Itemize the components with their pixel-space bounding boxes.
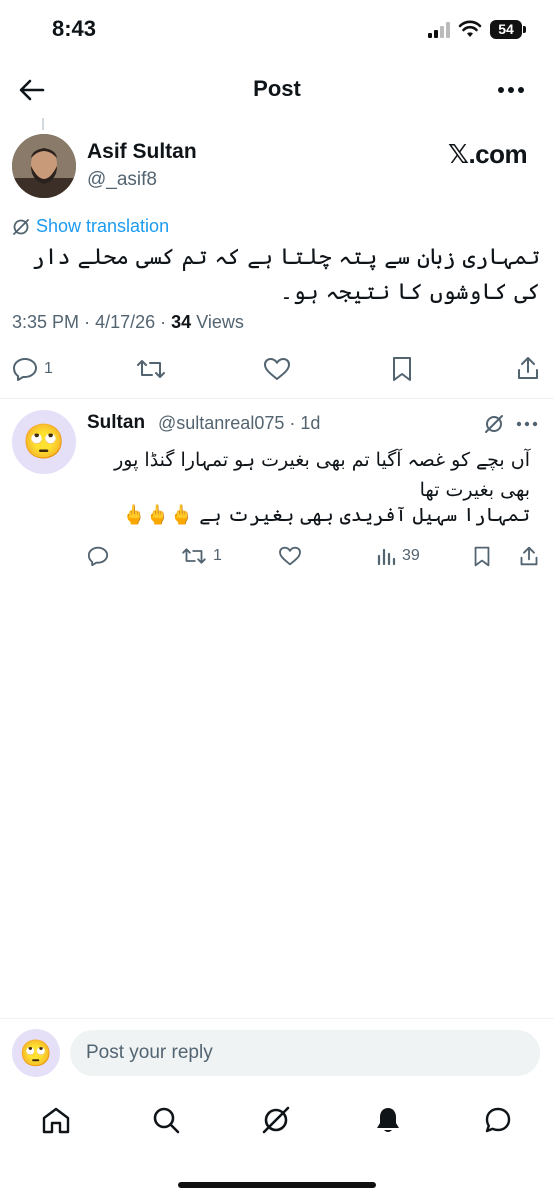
share-icon <box>518 357 538 379</box>
home-icon <box>42 1107 70 1134</box>
views-icon <box>377 548 396 566</box>
heart-icon <box>264 358 290 380</box>
notifications-icon <box>377 1108 399 1132</box>
nav-messages[interactable] <box>478 1100 518 1140</box>
repost-button[interactable] <box>136 357 166 381</box>
repost-icon <box>182 548 206 564</box>
messages-icon <box>485 1107 511 1133</box>
reply-button[interactable]: 1 <box>12 357 53 381</box>
share-icon <box>520 546 538 566</box>
views-count[interactable]: 34 <box>171 312 191 332</box>
x-com-logo-text: 𝕏.com <box>448 139 528 169</box>
reply-avatar[interactable]: 🙄 <box>12 410 76 474</box>
more-button[interactable] <box>492 72 530 108</box>
post-divider <box>0 398 554 399</box>
meta-separator: · <box>84 312 96 332</box>
reply-icon <box>13 358 37 381</box>
reply-author-handle[interactable]: @sultanreal075 · 1d <box>158 413 320 434</box>
nav-grok[interactable] <box>256 1100 296 1140</box>
author-avatar[interactable] <box>12 134 76 198</box>
reply-bookmark-button[interactable] <box>473 546 491 567</box>
nav-search[interactable] <box>146 1100 186 1140</box>
bookmark-icon <box>393 357 411 381</box>
search-icon <box>153 1107 180 1134</box>
reply-repost-button[interactable]: 1 <box>181 546 222 566</box>
more-horizontal-icon <box>516 421 538 427</box>
post-time: 3:35 PM <box>12 312 80 332</box>
reply-views-button[interactable]: 39 <box>376 546 420 566</box>
show-translation-link[interactable]: Show translation <box>12 216 169 237</box>
grok-icon <box>262 1106 290 1134</box>
reply-grok-button[interactable] <box>484 414 504 439</box>
like-button[interactable] <box>263 357 291 381</box>
reply-count: 1 <box>44 360 53 377</box>
reply-more-button[interactable] <box>516 414 538 439</box>
home-indicator <box>178 1182 376 1188</box>
battery-tip <box>523 26 526 33</box>
reply-input[interactable] <box>70 1030 540 1076</box>
nav-home[interactable] <box>36 1100 76 1140</box>
bookmark-button[interactable] <box>391 356 413 382</box>
grok-icon <box>13 218 29 235</box>
author-handle[interactable]: @_asif8 <box>87 169 157 191</box>
composer-divider <box>0 1018 554 1019</box>
grok-icon <box>485 415 503 433</box>
meta-separator: · <box>160 312 172 332</box>
reply-icon <box>87 546 109 566</box>
composer-avatar: 🙄 <box>12 1029 60 1077</box>
thread-connector <box>42 118 44 130</box>
reply-share-button[interactable] <box>519 545 539 567</box>
signal-icon <box>428 22 452 38</box>
author-name[interactable]: Asif Sultan <box>87 140 197 164</box>
share-button[interactable] <box>516 355 540 381</box>
status-time: 8:43 <box>52 16 97 41</box>
battery-indicator: 54 <box>490 20 522 39</box>
heart-icon <box>279 546 301 566</box>
reply-avatar-emoji: 🙄 <box>22 423 66 461</box>
post-text: تمہاری زبان سے پتہ چلتا ہے کہ تم کسی محل… <box>31 245 540 306</box>
reply-repost-count: 1 <box>213 547 222 564</box>
reply-reply-button[interactable] <box>87 546 109 566</box>
post-date: 4/17/26 <box>95 312 156 332</box>
reply-author-name[interactable]: Sultan <box>87 412 145 434</box>
page-title: Post <box>253 76 301 101</box>
nav-notifications[interactable] <box>368 1100 408 1140</box>
show-translation-label[interactable]: Show translation <box>36 216 169 237</box>
reply-like-button[interactable] <box>278 546 302 566</box>
bookmark-icon <box>474 546 490 567</box>
wifi-icon <box>458 20 482 37</box>
repost-icon <box>137 360 165 378</box>
post-meta: 3:35 PM · 4/17/26 · 34 Views <box>12 312 244 333</box>
reply-views-count: 39 <box>402 547 420 564</box>
views-label: Views <box>196 312 244 332</box>
reply-text-line-2: تمہارا سہیل آفریدی بھی بغیرت ہے 🖕🖕🖕 <box>122 504 530 526</box>
composer-avatar-emoji: 🙄 <box>19 1037 53 1068</box>
more-horizontal-icon <box>498 87 524 93</box>
reply-text-line-1: آں بچے کو غصہ آگیا تم بھی بغیرت ہو تمہار… <box>114 449 530 502</box>
